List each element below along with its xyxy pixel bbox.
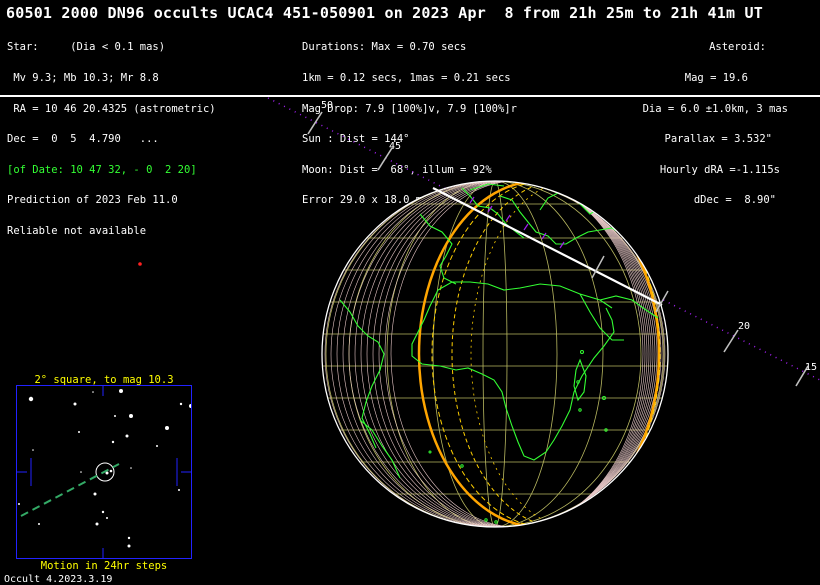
sun-marker [138, 262, 142, 266]
track-label: 50 [321, 100, 333, 111]
track-label: 45 [389, 141, 401, 152]
software-version: Occult 4.2023.3.19 [4, 574, 113, 585]
finder-stars [18, 389, 193, 548]
finder-star-field [17, 386, 193, 558]
track-label: 20 [738, 321, 750, 332]
finder-chart [16, 385, 193, 559]
track-label: 15 [805, 362, 817, 373]
asteroid-motion-line [20, 463, 120, 517]
finder-chart-caption: Motion in 24hr steps [40, 560, 168, 572]
